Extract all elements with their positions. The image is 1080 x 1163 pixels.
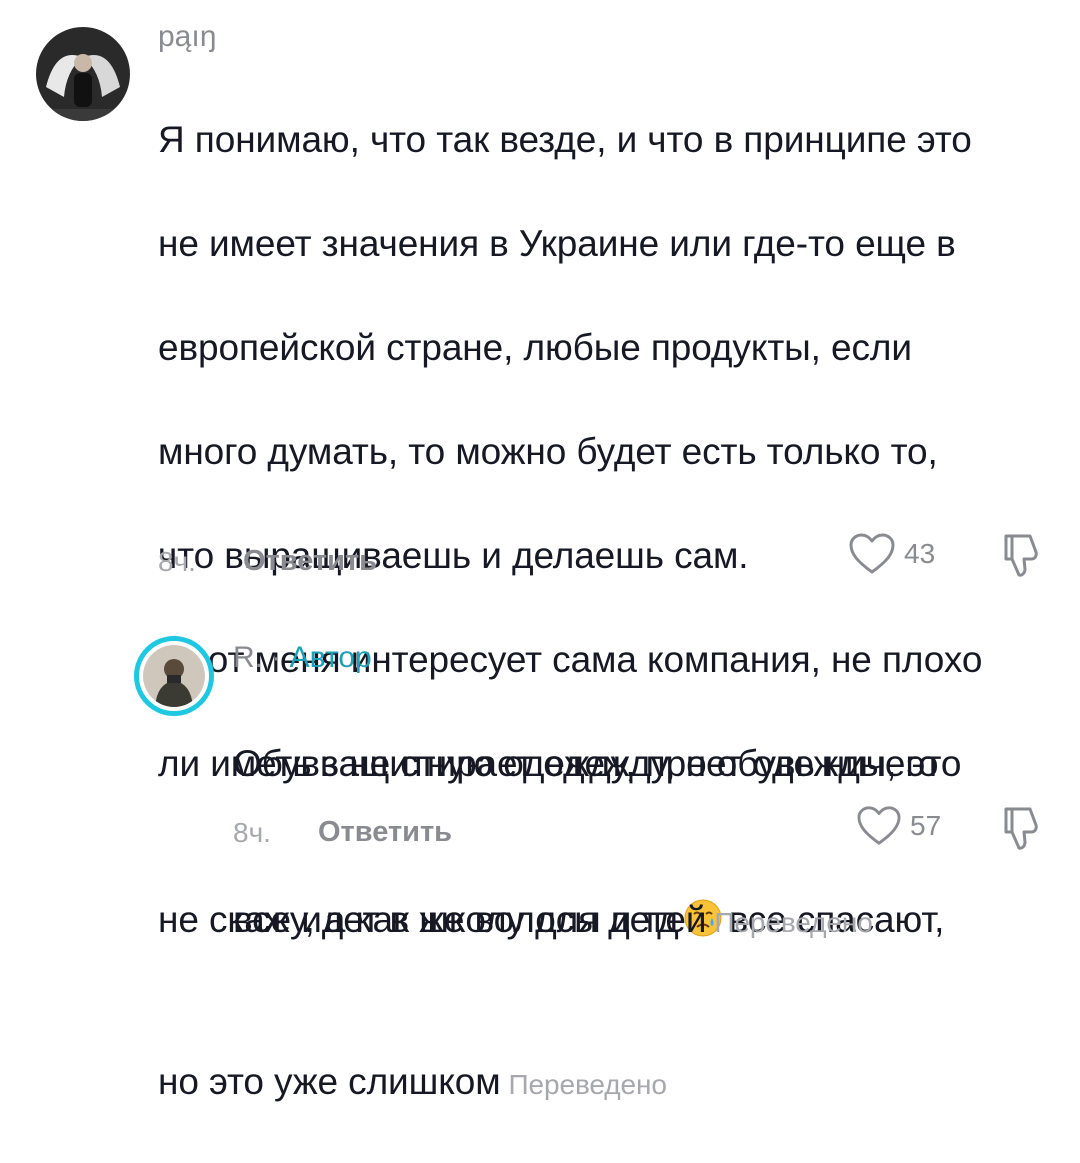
like-count: 57: [910, 810, 942, 841]
heart-icon: [849, 533, 895, 574]
comment-text-line: но это уже слишком Переведено: [158, 1004, 1058, 1111]
avatar-image: [143, 645, 205, 707]
comment-text-line: все идет в школу для детей Переведено: [233, 842, 1063, 949]
dislike-button[interactable]: [1000, 805, 1044, 858]
thumbs-down-icon: [1004, 807, 1038, 850]
avatar[interactable]: [134, 636, 214, 716]
translated-label[interactable]: Переведено: [714, 907, 872, 938]
comment-username[interactable]: pąıŋ: [158, 20, 216, 54]
comment-text-line: не имеет значения в Украине или где-то е…: [158, 223, 956, 264]
translated-label[interactable]: Переведено: [509, 1069, 667, 1100]
comment-text-line: Обувь не стирает одежду, нет одежды, это: [233, 743, 962, 784]
comment-text-line: много думать, то можно будет есть только…: [158, 431, 938, 472]
comment-timestamp: 8ч.: [233, 817, 271, 848]
like-button[interactable]: 57: [856, 805, 941, 847]
username-separator: ·: [263, 641, 290, 674]
dislike-button[interactable]: [1000, 532, 1044, 585]
avatar-image: [36, 27, 130, 121]
comment-timestamp: 8ч.: [158, 546, 196, 577]
reply-button[interactable]: Ответить: [318, 816, 452, 849]
like-count: 43: [904, 538, 936, 569]
like-button[interactable]: 43: [848, 532, 935, 576]
reply-button[interactable]: Ответить: [243, 545, 377, 578]
reply-username-row: R. · Автор: [233, 641, 372, 675]
comment-username[interactable]: R.: [233, 641, 263, 674]
comment-text-line: Я понимаю, что так везде, и что в принци…: [158, 119, 972, 160]
comment-text-fragment: все идет в школу для детей: [233, 899, 707, 940]
comment-text-fragment: но это уже слишком: [158, 1061, 501, 1102]
heart-icon: [857, 806, 901, 845]
comment-text-line: европейской стране, любые продукты, если: [158, 327, 912, 368]
thumbs-down-icon: [1004, 534, 1038, 577]
author-badge: Автор: [289, 641, 372, 674]
avatar[interactable]: [36, 27, 130, 121]
